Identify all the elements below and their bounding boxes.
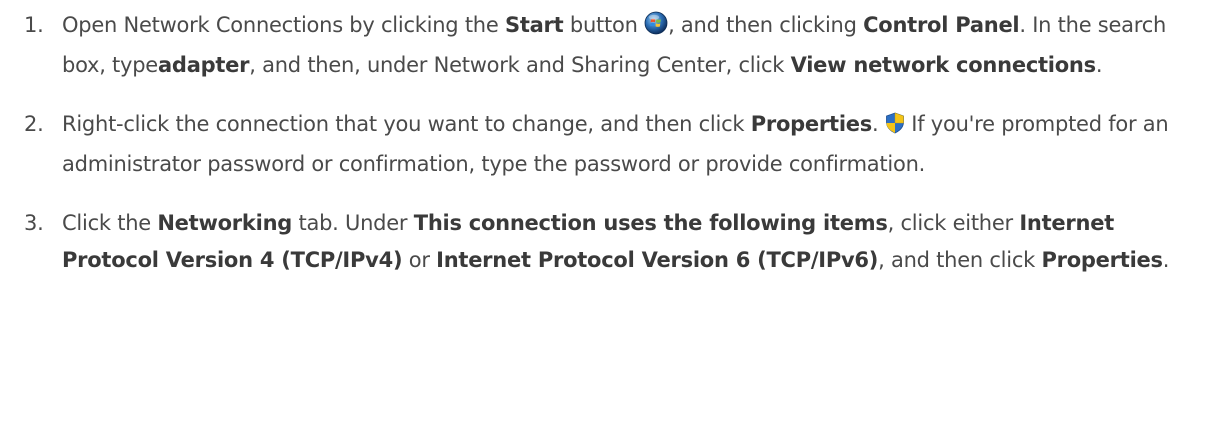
step-text: , click either xyxy=(887,211,1020,235)
bold-term-control-panel: Control Panel xyxy=(863,13,1020,37)
windows-start-orb-icon xyxy=(644,10,668,47)
step-text: , and then click xyxy=(878,248,1042,272)
step-number: 3. xyxy=(24,211,44,235)
step-number: 1. xyxy=(24,13,44,37)
bold-term-properties: Properties xyxy=(1041,248,1163,272)
bold-term-properties: Properties xyxy=(750,112,873,136)
bold-term-networking: Networking xyxy=(157,211,293,235)
step-1: 1. Open Network Connections by clicking … xyxy=(0,0,1222,84)
step-text: . xyxy=(872,112,885,136)
step-2: 2. Right-click the connection that you w… xyxy=(0,106,1222,183)
step-text: Open Network Connections by clicking the xyxy=(62,13,505,37)
uac-shield-icon xyxy=(885,109,905,146)
step-text: button xyxy=(563,13,645,37)
step-text: tab. Under xyxy=(292,211,414,235)
step-text: . xyxy=(1095,53,1103,77)
bold-term-ipv6: Internet Protocol Version 6 (TCP/IPv6) xyxy=(436,248,879,272)
step-text: , and then, under Network and Sharing Ce… xyxy=(249,53,791,77)
step-3: 3. Click the Networking tab. Under This … xyxy=(0,205,1222,279)
step-text: Right-click the connection that you want… xyxy=(62,112,751,136)
bold-term-connection-items: This connection uses the following items xyxy=(413,211,888,235)
bold-term-start: Start xyxy=(504,13,564,37)
step-text: . xyxy=(1162,248,1170,272)
step-text: or xyxy=(402,248,437,272)
bold-term-view-network-connections: View network connections xyxy=(790,53,1097,77)
step-number: 2. xyxy=(24,112,44,136)
step-text: , and then clicking xyxy=(668,13,864,37)
step-text: Click the xyxy=(62,211,158,235)
bold-term-adapter: adapter xyxy=(157,53,250,77)
instruction-steps: 1. Open Network Connections by clicking … xyxy=(0,0,1222,279)
